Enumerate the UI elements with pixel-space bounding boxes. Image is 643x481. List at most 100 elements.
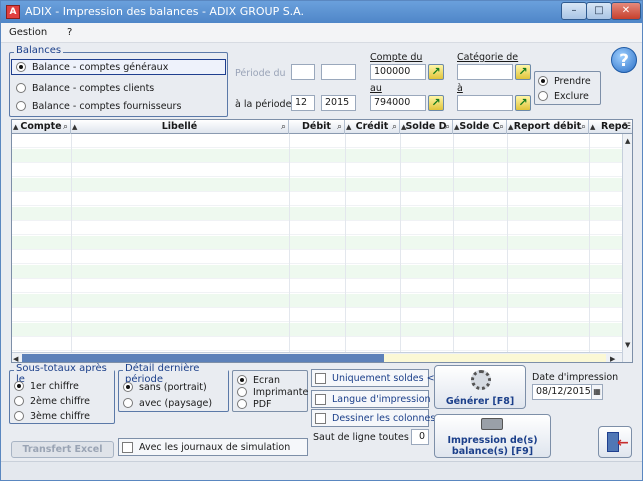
print-language-checkbox[interactable] xyxy=(315,393,326,405)
col-report-debit-header[interactable]: ▲ Report débit ⌕ xyxy=(507,120,589,134)
balance-general-option[interactable]: Balance - comptes généraux xyxy=(11,59,226,75)
table-row[interactable] xyxy=(12,264,622,279)
table-row[interactable] xyxy=(12,163,622,177)
table-row[interactable] xyxy=(12,322,622,337)
simulation-journals-checkbox-row[interactable]: Avec les journaux de simulation xyxy=(118,438,308,456)
only-balances-checkbox[interactable] xyxy=(315,372,326,384)
window-title: ADIX - Impression des balances - ADIX GR… xyxy=(25,5,305,18)
detail-with-option[interactable]: avec (paysage) xyxy=(123,395,212,411)
col-solde-d-header[interactable]: ▲ Solde D ⌕ xyxy=(400,120,453,134)
exclude-option[interactable]: Exclure xyxy=(538,88,589,104)
table-row[interactable] xyxy=(12,279,622,293)
scroll-up-icon[interactable]: ▲ xyxy=(625,136,630,146)
category-to-lookup-icon[interactable]: ↗ xyxy=(515,95,531,111)
scroll-left-icon[interactable]: ◀ xyxy=(13,354,18,362)
draw-columns-checkbox[interactable] xyxy=(315,412,326,424)
print-date-input[interactable]: 08/12/2015 xyxy=(532,384,593,400)
table-row[interactable] xyxy=(12,293,622,308)
table-row[interactable] xyxy=(12,177,622,192)
include-exclude-group: Prendre Exclure xyxy=(534,71,601,105)
vertical-scrollbar[interactable]: ▲ ▼ xyxy=(622,134,632,362)
calendar-icon[interactable]: ▦ xyxy=(591,384,603,400)
category-to-input[interactable] xyxy=(457,95,513,111)
table-row[interactable] xyxy=(12,337,622,351)
col-compte-header[interactable]: ▲ Compte ⌕ xyxy=(12,120,71,134)
print-date-label: Date d'impression xyxy=(532,372,619,383)
period-to-month-input[interactable]: 12 xyxy=(291,95,315,111)
help-icon[interactable]: ? xyxy=(611,47,637,73)
detail-without-radio[interactable] xyxy=(123,382,133,392)
output-group: Ecran Imprimante PDF xyxy=(232,370,308,412)
col-libelle-header[interactable]: ▲ Libellé ⌕ xyxy=(71,120,289,134)
col-credit-header[interactable]: ▲ Crédit ⌕ xyxy=(345,120,400,134)
subtotal-1-label: 1er chiffre xyxy=(30,380,79,392)
search-icon: ⌕ xyxy=(444,122,450,132)
line-break-input[interactable]: 0 xyxy=(411,429,429,445)
table-row[interactable] xyxy=(12,134,622,148)
period-to-year-input[interactable]: 2015 xyxy=(321,95,356,111)
table-row[interactable] xyxy=(12,221,622,235)
col-solde-c-header[interactable]: ▲ Solde C ⌕ xyxy=(453,120,507,134)
col-report-credit-header[interactable]: ▲ Repo ☷ xyxy=(589,120,632,134)
table-row[interactable] xyxy=(12,235,622,250)
subtotal-1-radio[interactable] xyxy=(14,381,24,391)
table-row[interactable] xyxy=(12,206,622,221)
search-icon: ⌕ xyxy=(280,122,286,132)
simulation-journals-checkbox[interactable] xyxy=(122,441,133,453)
close-button[interactable]: ✕ xyxy=(611,2,641,20)
detail-without-option[interactable]: sans (portrait) xyxy=(123,379,207,395)
table-row[interactable] xyxy=(12,308,622,322)
subtotal-2-label: 2ème chiffre xyxy=(30,395,90,407)
include-radio[interactable] xyxy=(538,76,548,86)
scroll-down-icon[interactable]: ▼ xyxy=(625,340,630,350)
generate-button[interactable]: Générer [F8] xyxy=(434,365,526,409)
horizontal-scrollbar[interactable]: ◀ ▶ xyxy=(12,352,622,362)
minimize-button[interactable]: – xyxy=(561,2,587,20)
account-to-input[interactable]: 794000 xyxy=(370,95,426,111)
excel-transfer-button[interactable]: Transfert Excel xyxy=(11,441,114,458)
menu-bar: Gestion ? xyxy=(1,23,642,43)
menu-help[interactable]: ? xyxy=(67,27,72,38)
subtotal-2-option[interactable]: 2ème chiffre xyxy=(14,393,90,409)
print-language-checkbox-row[interactable]: Langue d'impression xyxy=(311,390,431,408)
generate-button-label: Générer [F8] xyxy=(445,396,515,407)
table-row[interactable] xyxy=(12,148,622,163)
detail-with-radio[interactable] xyxy=(123,398,133,408)
output-pdf-radio[interactable] xyxy=(237,399,247,409)
subtotal-3-option[interactable]: 3ème chiffre xyxy=(14,408,90,424)
search-icon: ⌕ xyxy=(580,122,586,132)
balance-suppliers-option[interactable]: Balance - comptes fournisseurs xyxy=(11,98,226,114)
account-to-lookup-icon[interactable]: ↗ xyxy=(428,95,444,111)
print-balances-button[interactable]: Impression de(s) balance(s) [F9] xyxy=(434,414,551,458)
balance-general-radio[interactable] xyxy=(16,62,26,72)
maximize-button[interactable]: □ xyxy=(586,2,612,20)
balance-clients-radio[interactable] xyxy=(16,83,26,93)
period-from-year-input[interactable] xyxy=(321,64,356,80)
table-row[interactable] xyxy=(12,250,622,264)
balance-suppliers-radio[interactable] xyxy=(16,101,26,111)
scroll-right-icon[interactable]: ▶ xyxy=(610,354,615,362)
exit-button[interactable]: ← xyxy=(598,426,632,458)
col-debit-header[interactable]: Débit ⌕ xyxy=(289,120,345,134)
table-row[interactable] xyxy=(12,192,622,206)
category-from-input[interactable] xyxy=(457,64,513,80)
only-balances-checkbox-row[interactable]: Uniquement soldes <> 0 xyxy=(311,369,452,387)
category-from-lookup-icon[interactable]: ↗ xyxy=(515,64,531,80)
menu-gestion[interactable]: Gestion xyxy=(9,27,47,38)
search-icon: ⌕ xyxy=(336,122,342,132)
search-icon: ⌕ xyxy=(62,122,68,132)
account-from-input[interactable]: 100000 xyxy=(370,64,426,80)
balance-table[interactable]: ▲ Compte ⌕ ▲ Libellé ⌕ Débit ⌕ ▲ Crédit ⌕ ▲ Sold… xyxy=(11,119,633,363)
account-from-lookup-icon[interactable]: ↗ xyxy=(428,64,444,80)
subtotal-1-option[interactable]: 1er chiffre xyxy=(14,378,79,394)
period-from-month-input[interactable] xyxy=(291,64,315,80)
exclude-radio[interactable] xyxy=(538,91,548,101)
subtotal-3-radio[interactable] xyxy=(14,411,24,421)
output-pdf-option[interactable]: PDF xyxy=(237,396,272,412)
draw-columns-checkbox-row[interactable]: Dessiner les colonnes xyxy=(311,409,435,427)
include-option[interactable]: Prendre xyxy=(538,73,591,89)
subtotal-2-radio[interactable] xyxy=(14,396,24,406)
balance-clients-option[interactable]: Balance - comptes clients xyxy=(11,80,226,96)
exit-arrow-icon: ← xyxy=(617,435,629,451)
horizontal-scroll-thumb[interactable] xyxy=(22,354,384,362)
